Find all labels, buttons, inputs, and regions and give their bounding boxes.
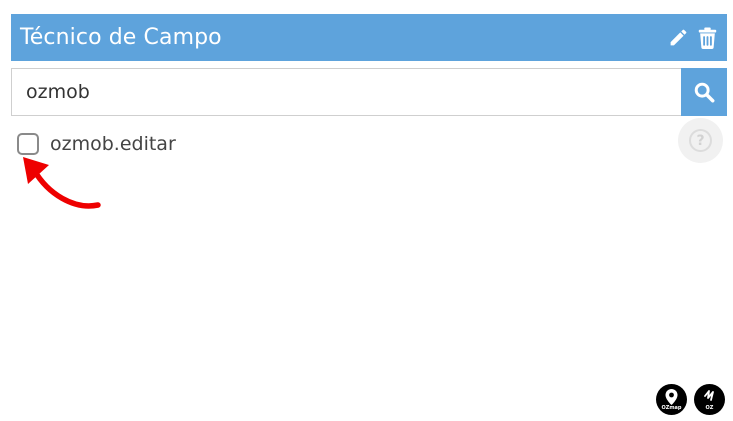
trash-icon-svg — [698, 26, 717, 49]
help-button[interactable]: ? — [678, 118, 723, 163]
trash-icon[interactable] — [698, 26, 717, 49]
oz-sign-logo[interactable]: OZ — [694, 384, 725, 415]
pencil-icon-svg — [670, 29, 687, 46]
search-button[interactable] — [681, 68, 727, 116]
permission-item: ozmob.editar — [17, 127, 727, 161]
oz-map-logo-text: OZmap — [661, 405, 682, 411]
footer-logos: OZmap OZ — [656, 384, 725, 415]
panel-header: Técnico de Campo — [11, 14, 727, 61]
oz-map-logo[interactable]: OZmap — [656, 384, 687, 415]
panel-title: Técnico de Campo — [20, 25, 222, 50]
pencil-icon[interactable] — [668, 27, 689, 48]
search-bar — [11, 68, 727, 116]
header-actions — [668, 26, 717, 49]
search-input[interactable] — [11, 68, 681, 116]
permission-panel: Técnico de Campo ozmob ozmob.editar ? OZ… — [0, 0, 733, 421]
oz-sign-logo-text: OZ — [705, 405, 714, 411]
question-circle-icon: ? — [689, 129, 712, 152]
curved-arrow-icon — [23, 157, 101, 209]
search-icon — [694, 82, 715, 103]
